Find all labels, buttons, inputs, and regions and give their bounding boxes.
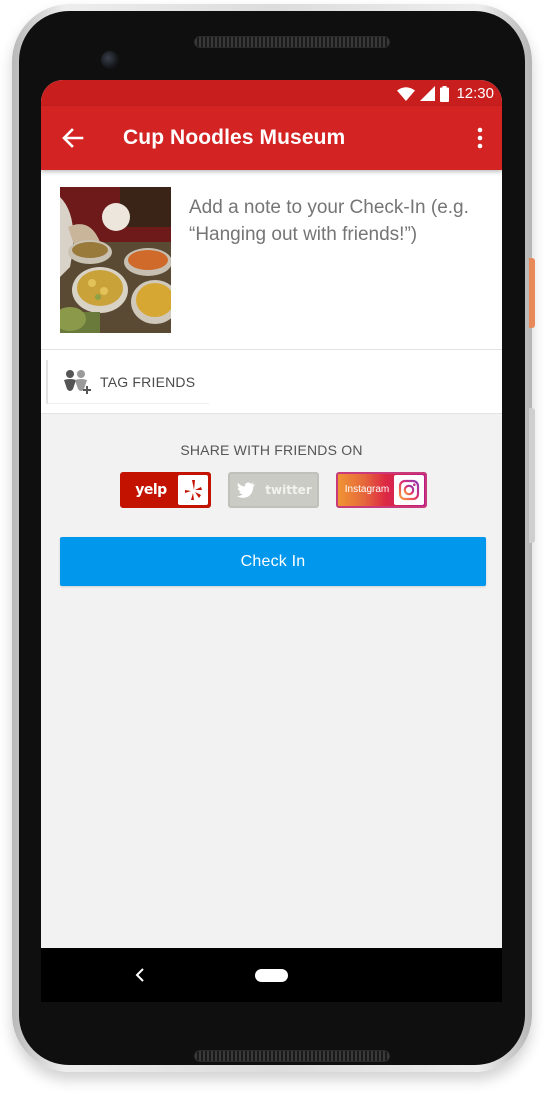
bottom-speaker: [194, 1050, 390, 1062]
signal-icon: [420, 86, 436, 101]
navigation-bar: [41, 948, 502, 1002]
page-title: Cup Noodles Museum: [123, 126, 346, 149]
wifi-icon: [397, 86, 416, 101]
top-speaker: [194, 36, 390, 48]
share-twitter-button[interactable]: twitter: [228, 472, 319, 508]
share-yelp-button[interactable]: yelp: [120, 472, 211, 508]
power-button: [529, 258, 535, 328]
nav-back-icon[interactable]: [134, 967, 148, 983]
tag-friends-button[interactable]: TAG FRIENDS: [46, 360, 209, 404]
yelp-label: yelp: [135, 482, 167, 498]
status-bar: 12:30: [41, 80, 502, 106]
tag-section: TAG FRIENDS: [41, 350, 502, 414]
screen: 12:30 Cup Noodles Museum Add a note to y…: [41, 80, 502, 948]
note-section: [41, 170, 502, 350]
share-title: SHARE WITH FRIENDS ON: [180, 442, 363, 458]
twitter-label: twitter: [265, 483, 312, 497]
share-instagram-button[interactable]: Instagram: [336, 472, 427, 508]
battery-icon: [440, 85, 450, 102]
volume-button: [529, 408, 535, 543]
twitter-bird-icon: [231, 475, 261, 505]
tag-friends-icon: [62, 369, 92, 395]
tag-friends-label: TAG FRIENDS: [100, 374, 196, 390]
front-camera: [101, 51, 119, 69]
app-bar: Cup Noodles Museum: [41, 106, 502, 170]
status-icons: 12:30: [397, 85, 494, 102]
instagram-camera-icon: [394, 475, 424, 505]
nav-home-button[interactable]: [255, 969, 288, 982]
check-in-button[interactable]: Check In: [60, 537, 486, 586]
status-time: 12:30: [456, 85, 494, 102]
yelp-burst-icon: [178, 475, 208, 505]
note-input[interactable]: [189, 194, 494, 254]
checkin-photo[interactable]: [60, 187, 171, 333]
instagram-label: Instagram: [344, 484, 390, 495]
back-arrow-icon[interactable]: [59, 124, 87, 152]
more-vert-icon[interactable]: [470, 126, 490, 150]
